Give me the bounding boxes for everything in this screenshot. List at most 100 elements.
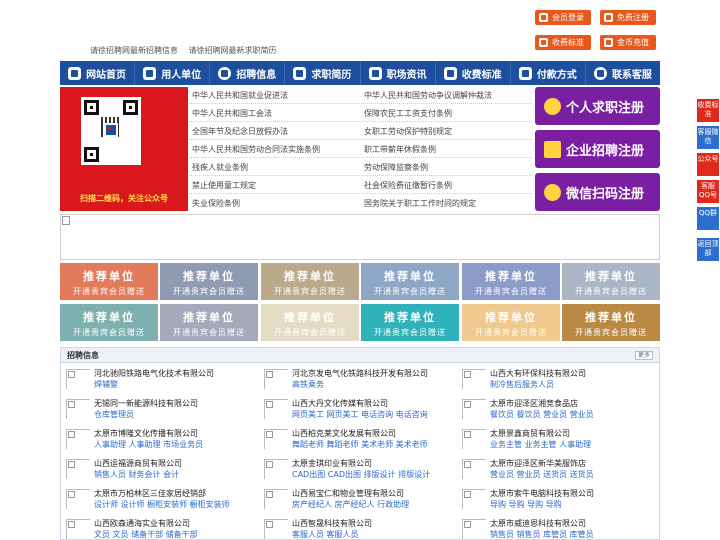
law-link[interactable]: 女职工劳动保护特别规定 <box>364 126 452 137</box>
job-item[interactable]: 山西大丹文化传媒有限公司 网页美工 网页美工 电话咨询 电话咨询 <box>264 398 454 422</box>
pricing-button[interactable]: 收费标准 <box>535 35 591 50</box>
law-link[interactable]: 残疾人就业条例 <box>192 162 248 173</box>
law-link[interactable]: 职工带薪年休假条例 <box>364 144 436 155</box>
law-link[interactable]: 禁止使用童工规定 <box>192 180 256 191</box>
job-item[interactable]: 山西欧森通海实业有限公司 文员 文员 储备干部 储备干部 <box>66 518 256 540</box>
company-name[interactable]: 太原市威迪恩科技有限公司 <box>490 518 586 529</box>
recommend-tile[interactable]: 推荐单位 开通贵宾会员赠送 <box>160 304 258 341</box>
job-positions[interactable]: 文员 文员 储备干部 储备干部 <box>94 529 198 540</box>
float-service-qq[interactable]: 客服QQ号 <box>697 180 719 203</box>
law-link[interactable]: 全国年节及纪念日放假办法 <box>192 126 288 137</box>
job-positions[interactable]: 导购 导购 导购 导购 <box>490 499 562 510</box>
recommend-tile[interactable]: 推荐单位 开通贵宾会员赠送 <box>160 263 258 300</box>
job-positions[interactable]: 客服人员 客服人员 <box>292 529 359 540</box>
law-link[interactable]: 国务院关于职工工作时间的规定 <box>364 198 476 209</box>
job-item[interactable]: 河北驰阳铁路电气化技术有限公司 焊辅警 <box>66 368 256 392</box>
job-positions[interactable]: 高铁乘务 <box>292 379 324 390</box>
law-link[interactable]: 中华人民共和国劳动争议调解仲裁法 <box>364 90 492 101</box>
float-back-to-top[interactable]: 返回顶部 <box>697 238 719 261</box>
float-official-account[interactable]: 公众号 <box>697 153 719 176</box>
register-button[interactable]: 免费注册 <box>600 10 656 25</box>
recommend-tile[interactable]: 推荐单位 开通贵宾会员赠送 <box>60 263 158 300</box>
law-link[interactable]: 保障农民工工资支付条例 <box>364 108 452 119</box>
job-item[interactable]: 山西智晟科技有限公司 客服人员 客服人员 <box>264 518 454 540</box>
company-name[interactable]: 山西欧森通海实业有限公司 <box>94 518 190 529</box>
job-positions[interactable]: 房产经纪人 房产经纪人 行政助理 <box>292 499 409 510</box>
notice-link-resumes[interactable]: 请徐招聘网最新求职简历 <box>189 46 277 55</box>
job-item[interactable]: 太原市索牛电脑科技有限公司 导购 导购 导购 导购 <box>462 488 652 512</box>
person-register-button[interactable]: 个人求职注册 <box>535 87 660 125</box>
company-name[interactable]: 太原景鑫商贸有限公司 <box>490 428 570 439</box>
recommend-tile[interactable]: 推荐单位 开通贵宾会员赠送 <box>462 263 560 300</box>
float-wechat-service[interactable]: 客服微信 <box>697 126 719 149</box>
recommend-tile[interactable]: 推荐单位 开通贵宾会员赠送 <box>261 304 359 341</box>
job-positions[interactable]: 营业员 营业员 送货员 送货员 <box>490 469 594 480</box>
nav-resumes[interactable]: 求职简历 <box>285 61 361 85</box>
job-positions[interactable]: 业务主管 业务主管 人事助理 <box>490 439 591 450</box>
job-positions[interactable]: 人事助理 人事助理 市场业务员 <box>94 439 203 450</box>
law-link[interactable]: 中华人民共和国劳动合同法实施条例 <box>192 144 320 155</box>
job-item[interactable]: 山西柏克莱文化发展有限公司 舞蹈老师 舞蹈老师 美术老师 美术老师 <box>264 428 454 452</box>
company-name[interactable]: 山西柏克莱文化发展有限公司 <box>292 428 396 439</box>
job-item[interactable]: 山西大有环保科技有限公司 制冷售后服务人员 <box>462 368 652 392</box>
law-link[interactable]: 中华人民共和国就业促进法 <box>192 90 288 101</box>
float-qq-group[interactable]: QQ群 <box>697 207 719 230</box>
job-positions[interactable]: 网页美工 网页美工 电话咨询 电话咨询 <box>292 409 428 420</box>
company-name[interactable]: 山西大有环保科技有限公司 <box>490 368 586 379</box>
company-name[interactable]: 太原市万柏林区三佳家居经销部 <box>94 488 206 499</box>
nav-home[interactable]: 网站首页 <box>60 61 136 85</box>
job-item[interactable]: 太原景鑫商贸有限公司 业务主管 业务主管 人事助理 <box>462 428 652 452</box>
recommend-tile[interactable]: 推荐单位 开通贵宾会员赠送 <box>261 263 359 300</box>
nav-service[interactable]: 联系客服 <box>586 61 660 85</box>
job-item[interactable]: 太原市迎泽区湘竞食品店 餐饮员 餐饮员 营业员 营业员 <box>462 398 652 422</box>
job-item[interactable]: 无锡同一新能源科技有限公司 仓库管理员 <box>66 398 256 422</box>
company-register-button[interactable]: 企业招聘注册 <box>535 130 660 168</box>
company-name[interactable]: 太原金琪印业有限公司 <box>292 458 372 469</box>
company-name[interactable]: 河北驰阳铁路电气化技术有限公司 <box>94 368 214 379</box>
login-button[interactable]: 会员登录 <box>535 10 591 25</box>
job-item[interactable]: 太原市万柏林区三佳家居经销部 设计师 设计师 橱柜安装师 橱柜安装师 <box>66 488 256 512</box>
job-item[interactable]: 太原市迎泽区新华美服饰店 营业员 营业员 送货员 送货员 <box>462 458 652 482</box>
job-positions[interactable]: 仓库管理员 <box>94 409 134 420</box>
job-positions[interactable]: 制冷售后服务人员 <box>490 379 554 390</box>
job-item[interactable]: 河北京发电气化铁路科技开发有限公司 高铁乘务 <box>264 368 454 392</box>
job-item[interactable]: 山西运福源商贸有限公司 销售人员 财务会计 会计 <box>66 458 256 482</box>
job-positions[interactable]: 餐饮员 餐饮员 营业员 营业员 <box>490 409 594 420</box>
recommend-tile[interactable]: 推荐单位 开通贵宾会员赠送 <box>361 304 459 341</box>
nav-employers[interactable]: 用人单位 <box>135 61 211 85</box>
wechat-register-button[interactable]: 微信扫码注册 <box>535 173 660 211</box>
company-name[interactable]: 山西大丹文化传媒有限公司 <box>292 398 388 409</box>
law-link[interactable]: 失业保险条例 <box>192 198 240 209</box>
company-name[interactable]: 山西智晟科技有限公司 <box>292 518 372 529</box>
job-positions[interactable]: 舞蹈老师 舞蹈老师 美术老师 美术老师 <box>292 439 428 450</box>
job-item[interactable]: 太原金琪印业有限公司 CAD出图 CAD出图 排版设计 排版设计 <box>264 458 454 482</box>
recharge-button[interactable]: 金币充值 <box>600 35 656 50</box>
job-positions[interactable]: 销售员 销售员 库管员 库管员 <box>490 529 594 540</box>
company-name[interactable]: 太原市索牛电脑科技有限公司 <box>490 488 594 499</box>
float-pricing[interactable]: 收费标准 <box>697 99 719 122</box>
law-link[interactable]: 劳动保障监察条例 <box>364 162 428 173</box>
job-item[interactable]: 山西易宝仁和物业管理有限公司 房产经纪人 房产经纪人 行政助理 <box>264 488 454 512</box>
company-name[interactable]: 太原市迎泽区湘竞食品店 <box>490 398 578 409</box>
notice-link-jobs[interactable]: 请徐招聘网最新招聘信息 <box>90 46 178 55</box>
recommend-tile[interactable]: 推荐单位 开通贵宾会员赠送 <box>562 263 660 300</box>
nav-payment[interactable]: 付款方式 <box>511 61 586 85</box>
nav-jobs[interactable]: 招聘信息 <box>210 61 286 85</box>
job-positions[interactable]: 焊辅警 <box>94 379 118 390</box>
job-item[interactable]: 太原市博隆文化传播有限公司 人事助理 人事助理 市场业务员 <box>66 428 256 452</box>
company-name[interactable]: 山西运福源商贸有限公司 <box>94 458 182 469</box>
job-item[interactable]: 太原市威迪恩科技有限公司 销售员 销售员 库管员 库管员 <box>462 518 652 540</box>
ad-banner[interactable] <box>60 214 660 260</box>
law-link[interactable]: 中华人民共和国工会法 <box>192 108 272 119</box>
company-name[interactable]: 河北京发电气化铁路科技开发有限公司 <box>292 368 428 379</box>
more-button[interactable]: 更多 <box>634 351 653 360</box>
recommend-tile[interactable]: 推荐单位 开通贵宾会员赠送 <box>361 263 459 300</box>
recommend-tile[interactable]: 推荐单位 开通贵宾会员赠送 <box>60 304 158 341</box>
recommend-tile[interactable]: 推荐单位 开通贵宾会员赠送 <box>562 304 660 341</box>
company-name[interactable]: 太原市迎泽区新华美服饰店 <box>490 458 586 469</box>
job-positions[interactable]: 设计师 设计师 橱柜安装师 橱柜安装师 <box>94 499 230 510</box>
recommend-tile[interactable]: 推荐单位 开通贵宾会员赠送 <box>462 304 560 341</box>
job-positions[interactable]: 销售人员 财务会计 会计 <box>94 469 179 480</box>
company-name[interactable]: 山西易宝仁和物业管理有限公司 <box>292 488 404 499</box>
nav-pricing[interactable]: 收费标准 <box>436 61 511 85</box>
